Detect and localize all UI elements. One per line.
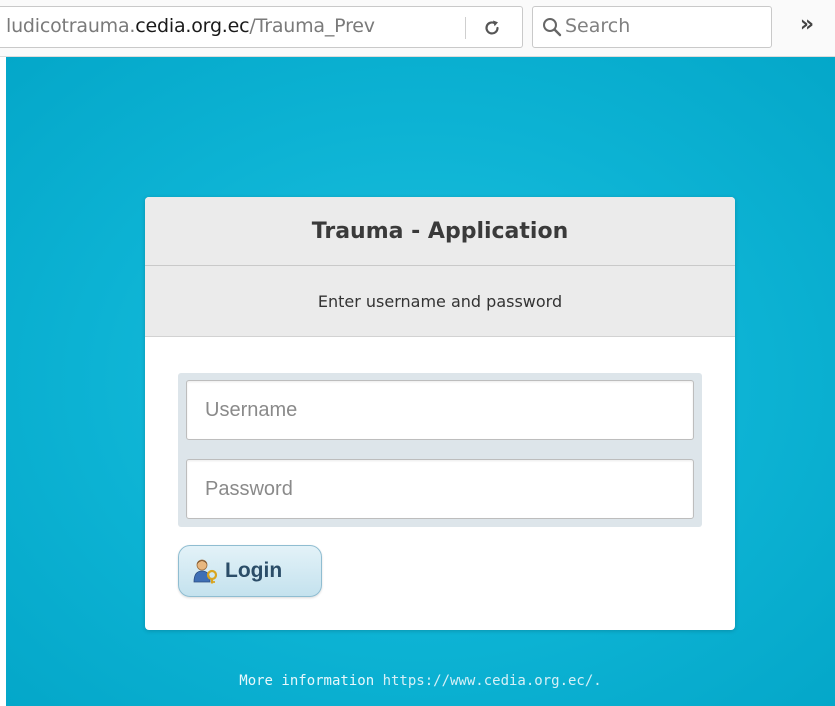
panel-subheader: Enter username and password bbox=[145, 266, 735, 337]
username-field[interactable] bbox=[186, 380, 694, 440]
page-background: Trauma - Application Enter username and … bbox=[6, 57, 835, 706]
url-divider bbox=[465, 17, 466, 39]
login-button-label: Login bbox=[225, 559, 283, 582]
password-field[interactable] bbox=[186, 459, 694, 519]
url-prefix: ludicotrauma. bbox=[6, 15, 136, 37]
reload-icon[interactable] bbox=[478, 15, 506, 41]
footer: More information https://www.cedia.org.e… bbox=[6, 673, 835, 689]
panel-header: Trauma - Application bbox=[145, 197, 735, 266]
browser-toolbar: ludicotrauma.cedia.org.ec/Trauma_Prev Se… bbox=[0, 0, 835, 57]
user-key-icon bbox=[193, 558, 219, 584]
url-text[interactable]: ludicotrauma.cedia.org.ec/Trauma_Prev bbox=[6, 15, 375, 37]
address-bar[interactable]: ludicotrauma.cedia.org.ec/Trauma_Prev bbox=[0, 6, 523, 48]
login-button[interactable]: Login bbox=[178, 545, 322, 597]
password-input[interactable] bbox=[187, 460, 693, 518]
credentials-group bbox=[178, 373, 702, 527]
url-path: /Trauma_Prev bbox=[249, 15, 375, 37]
url-domain: cedia.org.ec bbox=[135, 15, 250, 37]
page-title: Trauma - Application bbox=[311, 218, 569, 244]
search-bar[interactable]: Search bbox=[532, 6, 772, 48]
footer-link[interactable]: https://www.cedia.org.ec/. bbox=[383, 673, 602, 689]
login-instructions: Enter username and password bbox=[317, 291, 563, 311]
username-input[interactable] bbox=[187, 381, 693, 439]
search-icon bbox=[541, 16, 563, 38]
toolbar-overflow-button[interactable]: » bbox=[792, 10, 822, 40]
search-placeholder: Search bbox=[565, 15, 631, 37]
footer-text: More information bbox=[239, 673, 375, 689]
login-panel: Trauma - Application Enter username and … bbox=[145, 197, 735, 630]
